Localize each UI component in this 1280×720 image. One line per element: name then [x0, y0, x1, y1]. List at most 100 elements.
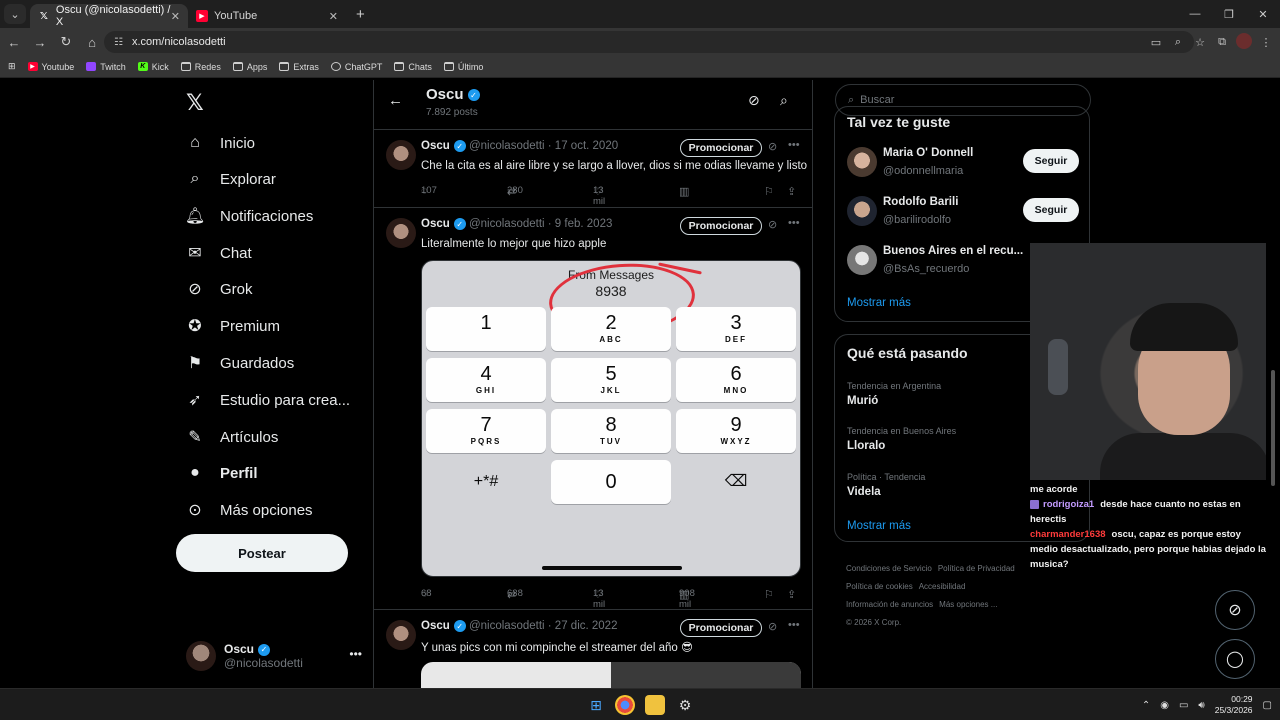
close-tab-icon[interactable]: ✕: [329, 10, 338, 23]
reply-button[interactable]: ◌ 68: [421, 588, 432, 600]
grok-icon[interactable]: ⊘: [768, 620, 777, 633]
avatar[interactable]: [386, 140, 416, 170]
show-more-link[interactable]: Mostrar más: [847, 520, 911, 532]
footer-link[interactable]: Política de Privacidad: [938, 564, 1015, 573]
site-settings-icon[interactable]: ☷: [114, 37, 123, 48]
close-tab-icon[interactable]: ✕: [171, 10, 180, 23]
views-button[interactable]: ▥ 908 mil: [679, 588, 695, 610]
cast-icon[interactable]: ▭: [1148, 36, 1164, 49]
x-logo-icon[interactable]: 𝕏: [186, 90, 204, 116]
bookmark-folder-extras[interactable]: Extras: [279, 62, 319, 72]
follow-button[interactable]: Seguir: [1023, 198, 1079, 222]
volume-icon[interactable]: 🔊︎: [1198, 700, 1204, 711]
avatar[interactable]: [386, 218, 416, 248]
bookmark-button[interactable]: ⚐: [765, 588, 777, 601]
profile-avatar[interactable]: [1236, 32, 1252, 52]
address-bar[interactable]: ☷ x.com/nicolasodetti: [104, 31, 1194, 53]
reload-icon[interactable]: ↻: [54, 34, 78, 50]
bookmark-folder-chats[interactable]: Chats: [394, 62, 432, 72]
bookmark-youtube[interactable]: ▶ Youtube: [27, 62, 74, 72]
minimize-icon[interactable]: —: [1178, 0, 1212, 28]
messages-fab-button[interactable]: ◯: [1215, 639, 1255, 679]
follow-suggestion[interactable]: Maria O' Donnell @odonnellmaria Seguir: [847, 143, 1087, 183]
new-tab-icon[interactable]: +: [356, 6, 365, 23]
zoom-icon[interactable]: ⌕: [1170, 36, 1186, 49]
share-button[interactable]: ⇪: [787, 588, 800, 601]
nav-premium[interactable]: ✪ Premium: [184, 311, 280, 341]
more-dots-icon[interactable]: •••: [788, 619, 800, 631]
trend-item[interactable]: Tendencia en Buenos Aires Lloralo: [847, 426, 956, 452]
grok-icon[interactable]: ⊘: [748, 92, 760, 109]
tab-x-profile[interactable]: 𝕏 Oscu (@nicolasodetti) / X ✕: [30, 4, 188, 28]
back-arrow-icon[interactable]: ←: [388, 92, 403, 109]
nav-chat[interactable]: ✉ Chat: [184, 238, 251, 268]
promote-button[interactable]: Promocionar: [680, 139, 762, 157]
nav-articles[interactable]: ✎ Artículos: [184, 422, 278, 452]
more-dots-icon[interactable]: •••: [349, 647, 362, 661]
footer-link[interactable]: Más opciones ...: [939, 600, 997, 609]
menu-dots-icon[interactable]: ⋮: [1258, 36, 1274, 49]
forward-arrow-icon[interactable]: →: [28, 35, 52, 50]
trend-item[interactable]: Política · Tendencia Videla: [847, 472, 925, 498]
tweet[interactable]: Oscu ✓ @nicolasodetti · 27 dic. 2022 Prom…: [374, 610, 812, 688]
bookmark-folder-apps[interactable]: Apps: [232, 62, 267, 72]
tab-youtube[interactable]: ▶ YouTube ✕: [188, 4, 346, 28]
chevron-up-icon[interactable]: ⌃: [1142, 700, 1150, 711]
nav-grok[interactable]: ⊘ Grok: [184, 274, 252, 304]
bookmark-chatgpt[interactable]: ChatGPT: [330, 62, 382, 72]
grok-icon[interactable]: ⊘: [768, 218, 777, 231]
more-dots-icon[interactable]: •••: [788, 139, 800, 151]
tab-search-button[interactable]: ⌄: [4, 4, 26, 24]
footer-link[interactable]: Información de anuncios: [846, 600, 933, 609]
tweet[interactable]: Oscu ✓ @nicolasodetti · 17 oct. 2020 Prom…: [374, 130, 812, 208]
tweet[interactable]: Oscu ✓ @nicolasodetti · 9 feb. 2023 Promo…: [374, 208, 812, 610]
notifications-icon[interactable]: ▢: [1263, 700, 1272, 711]
grok-fab-button[interactable]: ⊘: [1215, 590, 1255, 630]
footer-link[interactable]: Política de cookies: [846, 582, 913, 591]
nav-creator-studio[interactable]: ➶ Estudio para crea...: [184, 385, 350, 415]
bookmark-star-icon[interactable]: ☆: [1192, 36, 1208, 49]
promote-button[interactable]: Promocionar: [680, 217, 762, 235]
bookmark-twitch[interactable]: Twitch: [86, 62, 126, 72]
search-input[interactable]: ⌕ Buscar: [835, 84, 1091, 116]
promote-button[interactable]: Promocionar: [680, 619, 762, 637]
share-button[interactable]: ⇪: [787, 185, 800, 198]
search-icon[interactable]: ⌕: [780, 92, 788, 109]
maximize-icon[interactable]: ❐: [1212, 0, 1246, 28]
nav-home[interactable]: ⌂ Inicio: [184, 128, 255, 158]
file-explorer-icon[interactable]: [645, 695, 665, 715]
post-button[interactable]: Postear: [176, 534, 348, 572]
bookmark-folder-redes[interactable]: Redes: [180, 62, 221, 72]
home-icon[interactable]: ⌂: [80, 35, 104, 50]
network-icon[interactable]: ▭: [1179, 700, 1188, 711]
footer-link[interactable]: Condiciones de Servicio: [846, 564, 932, 573]
nav-more-options[interactable]: ⊙ Más opciones: [184, 495, 312, 525]
nav-explore[interactable]: ⌕ Explorar: [184, 164, 276, 194]
windows-start-icon[interactable]: ⊞: [586, 695, 606, 715]
show-more-link[interactable]: Mostrar más: [847, 297, 911, 309]
tweet-image[interactable]: [421, 662, 801, 688]
bookmark-button[interactable]: ⚐: [765, 185, 777, 198]
follow-suggestion[interactable]: Rodolfo Barili @barilirodolfo Seguir: [847, 192, 1087, 232]
close-window-icon[interactable]: ✕: [1246, 0, 1280, 28]
bookmark-folder-ultimo[interactable]: Último: [443, 62, 483, 72]
bookmark-kick[interactable]: K Kick: [137, 62, 169, 72]
mic-icon[interactable]: ◉: [1160, 700, 1169, 711]
nav-notifications[interactable]: 🔔︎ Notificaciones: [184, 201, 314, 231]
footer-link[interactable]: Accesibilidad: [919, 582, 966, 591]
follow-button[interactable]: Seguir: [1023, 149, 1079, 173]
like-button[interactable]: ♡ 13 mil: [593, 588, 607, 610]
nav-profile[interactable]: ● Perfil: [184, 458, 257, 488]
retweet-button[interactable]: ⇄ 638: [507, 588, 523, 601]
more-dots-icon[interactable]: •••: [788, 217, 800, 229]
chrome-icon[interactable]: [615, 695, 635, 715]
views-button[interactable]: ▥: [679, 185, 693, 198]
retweet-button[interactable]: ⇄ 280: [507, 185, 523, 198]
back-arrow-icon[interactable]: ←: [2, 35, 26, 50]
grok-icon[interactable]: ⊘: [768, 140, 777, 153]
avatar[interactable]: [386, 620, 416, 650]
app-icon[interactable]: ⚙: [675, 695, 695, 715]
page-scrollbar[interactable]: [1271, 370, 1275, 486]
nav-bookmarks[interactable]: ⚑ Guardados: [184, 348, 294, 378]
clock[interactable]: 00:29 25/3/2026: [1215, 694, 1253, 716]
